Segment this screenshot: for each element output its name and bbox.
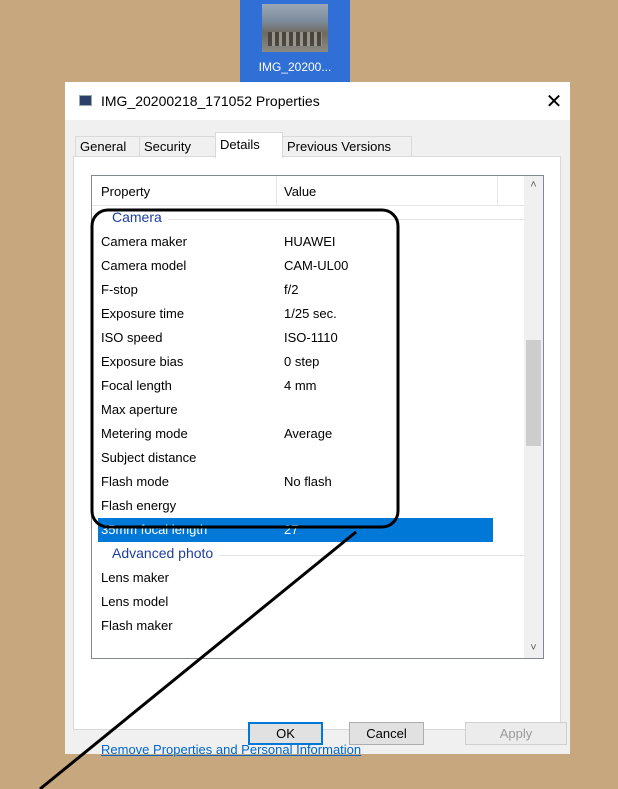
- property-value: Average: [284, 426, 333, 441]
- ok-button[interactable]: OK: [248, 722, 323, 745]
- property-name: Flash mode: [101, 474, 169, 489]
- property-name: Camera maker: [101, 234, 187, 249]
- column-divider[interactable]: [497, 176, 498, 205]
- list-item[interactable]: Flash energy: [92, 494, 526, 518]
- details-panel: Property Value Camera Camera maker HUAWEI…: [73, 156, 561, 757]
- list-item[interactable]: Flash mode No flash: [92, 470, 526, 494]
- property-name: F-stop: [101, 282, 138, 297]
- property-value: ISO-1110: [284, 330, 338, 345]
- dialog-title: IMG_20200218_171052 Properties: [101, 93, 320, 109]
- property-name: Exposure time: [101, 306, 185, 321]
- list-item[interactable]: Max aperture: [92, 398, 526, 422]
- list-item[interactable]: Camera maker HUAWEI: [92, 230, 526, 254]
- property-value: 0 step: [284, 354, 320, 369]
- image-file-icon: [79, 95, 92, 106]
- column-header-value[interactable]: Value: [284, 184, 316, 199]
- properties-dialog: IMG_20200218_171052 Properties ✕ General…: [65, 82, 570, 757]
- vertical-scrollbar[interactable]: ˄ ˅: [524, 176, 543, 658]
- property-name: Focal length: [101, 378, 172, 393]
- scroll-thumb[interactable]: [526, 340, 541, 446]
- group-label: Advanced photo: [112, 545, 220, 561]
- property-name: Camera model: [101, 258, 187, 273]
- column-divider[interactable]: [276, 176, 277, 205]
- list-item[interactable]: Lens model: [92, 590, 526, 614]
- group-header-camera: Camera: [92, 206, 526, 230]
- property-value: 1/25 sec.: [284, 306, 337, 321]
- apply-button[interactable]: Apply: [465, 722, 567, 745]
- property-name: Subject distance: [101, 450, 197, 465]
- list-item[interactable]: F-stop f/2: [92, 278, 526, 302]
- tab-details[interactable]: Details: [215, 132, 283, 158]
- desktop-file-icon[interactable]: IMG_20200...: [240, 0, 350, 82]
- list-item[interactable]: Metering mode Average: [92, 422, 526, 446]
- column-header-property[interactable]: Property: [101, 184, 150, 199]
- group-divider: [112, 219, 526, 220]
- property-name: Flash maker: [101, 618, 173, 633]
- cancel-button[interactable]: Cancel: [349, 722, 424, 745]
- list-item[interactable]: ISO speed ISO-1110: [92, 326, 526, 350]
- list-item[interactable]: Lens maker: [92, 566, 526, 590]
- property-name: Lens maker: [101, 570, 169, 585]
- property-value: 27: [284, 522, 299, 537]
- property-name: Exposure bias: [101, 354, 184, 369]
- tab-previous-versions[interactable]: Previous Versions: [282, 136, 412, 157]
- property-value: 4 mm: [284, 378, 317, 393]
- scroll-down-arrow-icon[interactable]: ˅: [524, 639, 543, 658]
- property-value: HUAWEI: [284, 234, 336, 249]
- list-item-selected[interactable]: 35mm focal length 27: [98, 518, 493, 542]
- property-name: ISO speed: [101, 330, 163, 345]
- property-value: f/2: [284, 282, 299, 297]
- list-item[interactable]: Exposure bias 0 step: [92, 350, 526, 374]
- tab-general[interactable]: General: [75, 136, 140, 157]
- title-bar[interactable]: IMG_20200218_171052 Properties ✕: [65, 82, 570, 120]
- scroll-up-arrow-icon[interactable]: ˄: [524, 176, 543, 195]
- property-list[interactable]: Property Value Camera Camera maker HUAWEI…: [91, 175, 544, 659]
- list-item[interactable]: Focal length 4 mm: [92, 374, 526, 398]
- tab-security[interactable]: Security: [139, 136, 216, 157]
- image-thumbnail: [262, 4, 328, 52]
- list-item[interactable]: Subject distance: [92, 446, 526, 470]
- property-name: Flash energy: [101, 498, 177, 513]
- list-header: Property Value: [92, 176, 526, 206]
- property-name: Max aperture: [101, 402, 178, 417]
- property-value: No flash: [284, 474, 332, 489]
- property-name: 35mm focal length: [101, 522, 208, 537]
- property-name: Metering mode: [101, 426, 188, 441]
- close-icon[interactable]: ✕: [542, 89, 566, 114]
- group-header-advanced-photo: Advanced photo: [92, 542, 526, 566]
- list-item[interactable]: Exposure time 1/25 sec.: [92, 302, 526, 326]
- list-item[interactable]: Flash maker: [92, 614, 526, 638]
- list-item[interactable]: Camera model CAM-UL00: [92, 254, 526, 278]
- group-label: Camera: [112, 209, 168, 225]
- property-value: CAM-UL00: [284, 258, 349, 273]
- desktop-file-label: IMG_20200...: [258, 60, 332, 74]
- property-name: Lens model: [101, 594, 169, 609]
